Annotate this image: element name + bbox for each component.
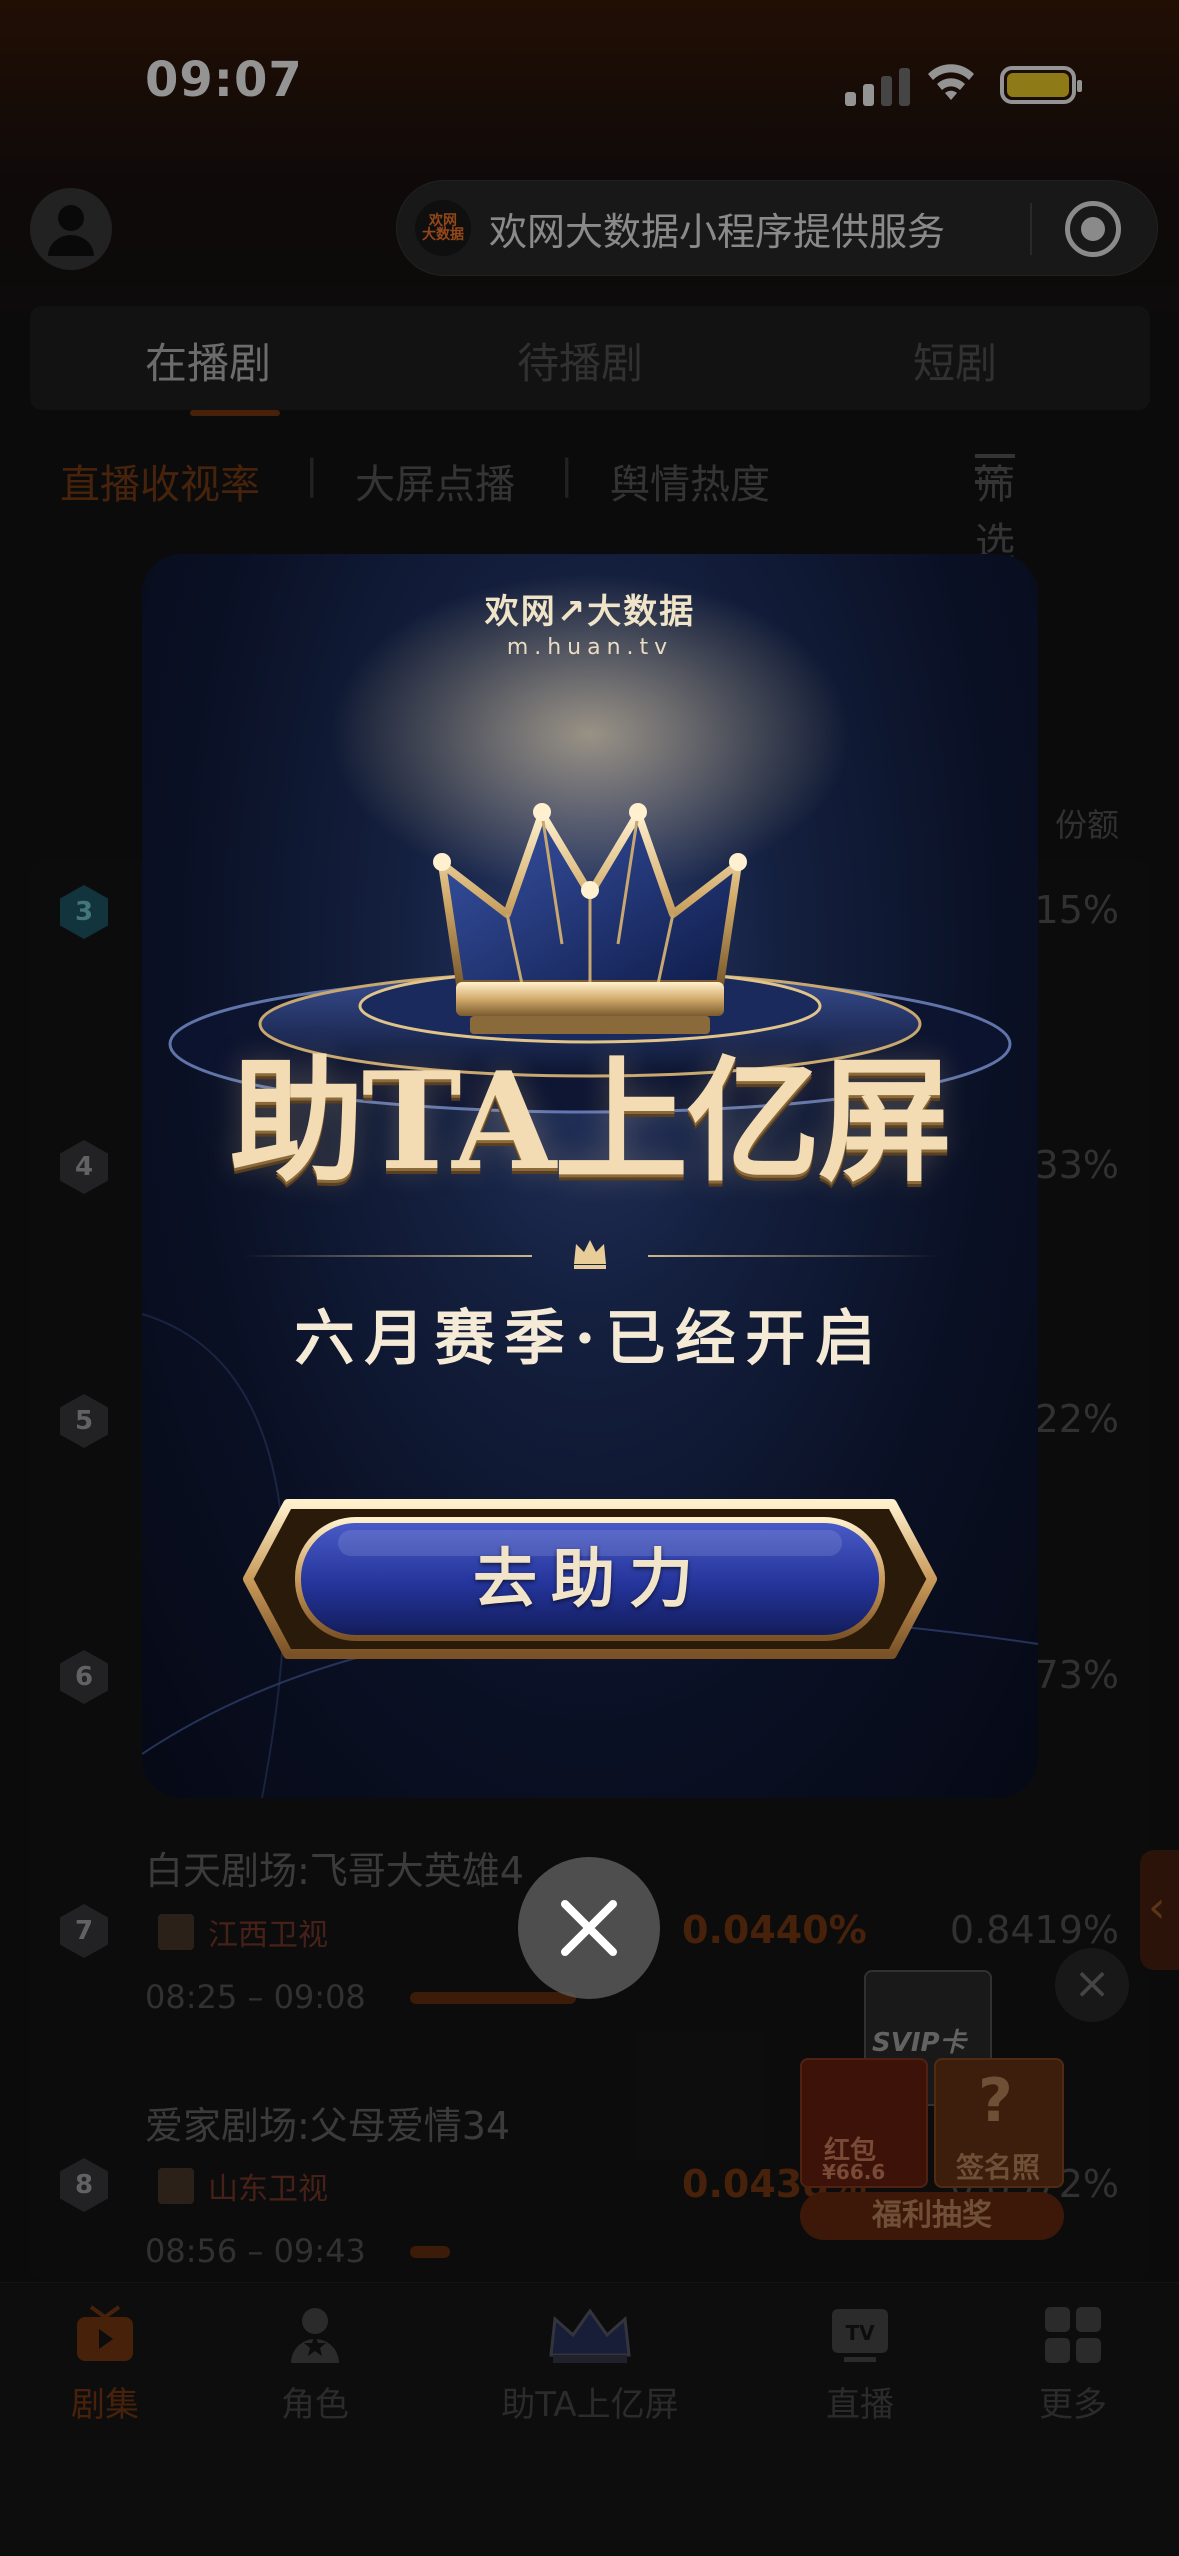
close-icon [561, 1900, 617, 1956]
huan-brand: 欢网↗大数据 m.huan.tv [142, 584, 1038, 660]
divider-right [648, 1255, 938, 1257]
brand-name: 欢网↗大数据 [484, 592, 696, 632]
modal-headline: 助TA上亿屏 [229, 1042, 952, 1200]
crown-icon [433, 803, 747, 1034]
modal-subtitle: 六月赛季·已经开启 [294, 1304, 886, 1374]
support-button[interactable]: 去助力 [228, 1520, 952, 1640]
divider-left [242, 1255, 532, 1257]
modal-close-button[interactable] [518, 1857, 660, 1999]
brand-url: m.huan.tv [506, 635, 674, 660]
promo-modal: 欢网↗大数据 m.huan.tv 助TA上亿屏 六月赛季·已经开启 去助力 [142, 554, 1038, 1798]
small-crown-icon [574, 1240, 606, 1269]
